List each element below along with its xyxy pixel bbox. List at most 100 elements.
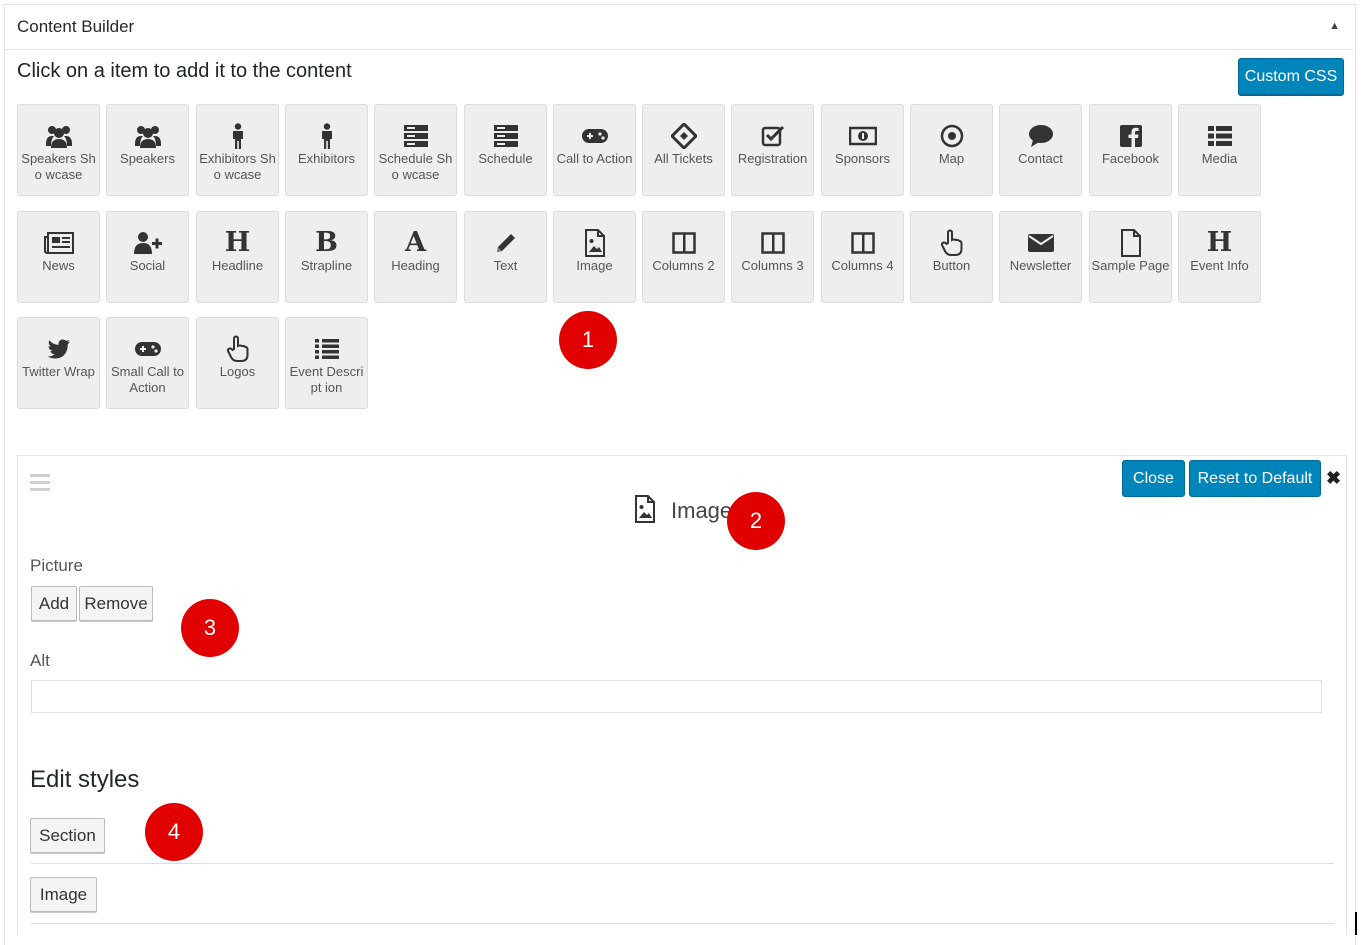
- envelope-icon: [1027, 228, 1055, 258]
- font-icon: A: [405, 228, 426, 258]
- server-icon: [493, 121, 519, 151]
- drag-handle-icon[interactable]: [30, 474, 50, 495]
- hand-pointer-icon: [226, 334, 250, 364]
- element-tile-button[interactable]: Button: [910, 211, 993, 303]
- element-tile-news[interactable]: News: [17, 211, 100, 303]
- collapse-arrow-icon[interactable]: ▲: [1329, 20, 1340, 32]
- hand-pointer-icon: [940, 228, 964, 258]
- add-picture-button[interactable]: Add: [31, 586, 77, 621]
- element-tile-heading[interactable]: A Heading: [374, 211, 457, 303]
- element-tile-event-descript-ion[interactable]: Event Descript ion: [285, 317, 368, 409]
- reset-to-default-button[interactable]: Reset to Default: [1189, 460, 1321, 497]
- tile-glyph: H: [224, 227, 251, 258]
- element-tile-twitter-wrap[interactable]: Twitter Wrap: [17, 317, 100, 409]
- panel-title: Image: [671, 498, 733, 523]
- tile-label: Text: [493, 258, 518, 273]
- money-icon: [848, 121, 877, 151]
- element-tile-media[interactable]: Media: [1178, 104, 1261, 196]
- element-tile-call-to-action[interactable]: Call to Action: [553, 104, 636, 196]
- element-tile-logos[interactable]: Logos: [196, 317, 279, 409]
- close-x-icon[interactable]: ✖: [1326, 468, 1341, 489]
- columns-icon: [760, 228, 785, 258]
- divider: [31, 863, 1334, 864]
- twitter-icon: [47, 334, 71, 364]
- tile-label: Newsletter: [1009, 258, 1072, 273]
- element-tile-exhibitors[interactable]: Exhibitors: [285, 104, 368, 196]
- tile-label: Media: [1201, 151, 1238, 166]
- element-tile-schedule[interactable]: Schedule: [464, 104, 547, 196]
- alt-text-input[interactable]: [31, 680, 1322, 713]
- element-tile-social[interactable]: Social: [106, 211, 189, 303]
- element-tile-newsletter[interactable]: Newsletter: [999, 211, 1082, 303]
- element-tile-small-call-to-action[interactable]: Small Call to Action: [106, 317, 189, 409]
- tile-label: Event Descript ion: [289, 364, 364, 395]
- callout-marker-4: 4: [145, 803, 203, 861]
- tile-label: Heading: [391, 258, 440, 273]
- divider: [31, 923, 1334, 924]
- element-tile-speakers-sho-wcase[interactable]: Speakers Sho wcase: [17, 104, 100, 196]
- image-style-button[interactable]: Image: [30, 877, 97, 912]
- tile-glyph: A: [405, 227, 426, 258]
- close-button[interactable]: Close: [1122, 460, 1185, 497]
- tile-label: Schedule Sho wcase: [378, 151, 453, 182]
- tile-label: Image: [576, 258, 613, 273]
- tile-label: Registration: [737, 151, 808, 166]
- tile-label: Headline: [211, 258, 264, 273]
- element-tile-registration[interactable]: Registration: [731, 104, 814, 196]
- tile-label: Speakers Sho wcase: [21, 151, 96, 182]
- element-tile-map[interactable]: Map: [910, 104, 993, 196]
- element-tile-event-info[interactable]: H Event Info: [1178, 211, 1261, 303]
- text-cursor: [1355, 912, 1357, 935]
- element-tile-headline[interactable]: H Headline: [196, 211, 279, 303]
- gamepad-icon: [134, 334, 162, 364]
- columns-icon: [850, 228, 875, 258]
- image-file-icon: [634, 495, 656, 528]
- tile-label: Call to Action: [556, 151, 633, 166]
- tile-label: Facebook: [1101, 151, 1160, 166]
- person-icon: [231, 121, 245, 151]
- element-tile-contact[interactable]: Contact: [999, 104, 1082, 196]
- element-tile-columns-3[interactable]: Columns 3: [731, 211, 814, 303]
- tile-label: Button: [932, 258, 971, 273]
- element-tile-columns-4[interactable]: Columns 4: [821, 211, 904, 303]
- user-plus-icon: [133, 228, 163, 258]
- tile-label: Sample Page: [1091, 258, 1170, 273]
- users-icon: [45, 121, 73, 151]
- edit-styles-heading: Edit styles: [30, 766, 140, 793]
- element-tile-strapline[interactable]: B Strapline: [285, 211, 368, 303]
- tile-label: Logos: [219, 364, 256, 379]
- element-tile-schedule-sho-wcase[interactable]: Schedule Sho wcase: [374, 104, 457, 196]
- tile-label: All Tickets: [654, 151, 713, 166]
- header-title: Content Builder: [17, 17, 135, 36]
- element-tile-image[interactable]: Image: [553, 211, 636, 303]
- element-tile-exhibitors-sho-wcase[interactable]: Exhibitors Sho wcase: [196, 104, 279, 196]
- section-style-button[interactable]: Section: [30, 818, 105, 853]
- element-tile-speakers[interactable]: Speakers: [106, 104, 189, 196]
- callout-marker-1: 1: [559, 311, 617, 369]
- tile-label: Small Call to Action: [111, 364, 184, 395]
- element-tile-facebook[interactable]: Facebook: [1089, 104, 1172, 196]
- remove-picture-button[interactable]: Remove: [79, 586, 153, 621]
- tile-label: Columns 2: [652, 258, 715, 273]
- newspaper-icon: [43, 228, 74, 258]
- tile-glyph: B: [315, 227, 338, 258]
- tile-label: News: [42, 258, 75, 273]
- checkbox-icon: [761, 121, 785, 151]
- content-builder-header[interactable]: Content Builder ▲: [4, 4, 1354, 50]
- custom-css-button[interactable]: Custom CSS: [1238, 58, 1344, 95]
- tile-label: Speakers: [120, 151, 175, 166]
- tile-label: Strapline: [300, 258, 353, 273]
- callout-marker-3: 3: [181, 599, 239, 657]
- element-tile-columns-2[interactable]: Columns 2: [642, 211, 725, 303]
- pencil-icon: [494, 228, 518, 258]
- image-file-icon: [584, 228, 606, 258]
- tile-label: Exhibitors Sho wcase: [199, 151, 276, 182]
- element-tile-text[interactable]: Text: [464, 211, 547, 303]
- element-tile-all-tickets[interactable]: All Tickets: [642, 104, 725, 196]
- instructions-text: Click on a item to add it to the content: [17, 60, 352, 82]
- gamepad-icon: [581, 121, 609, 151]
- tile-label: Contact: [1018, 151, 1063, 166]
- element-tile-sponsors[interactable]: Sponsors: [821, 104, 904, 196]
- element-tile-sample-page[interactable]: Sample Page: [1089, 211, 1172, 303]
- users-icon: [134, 121, 162, 151]
